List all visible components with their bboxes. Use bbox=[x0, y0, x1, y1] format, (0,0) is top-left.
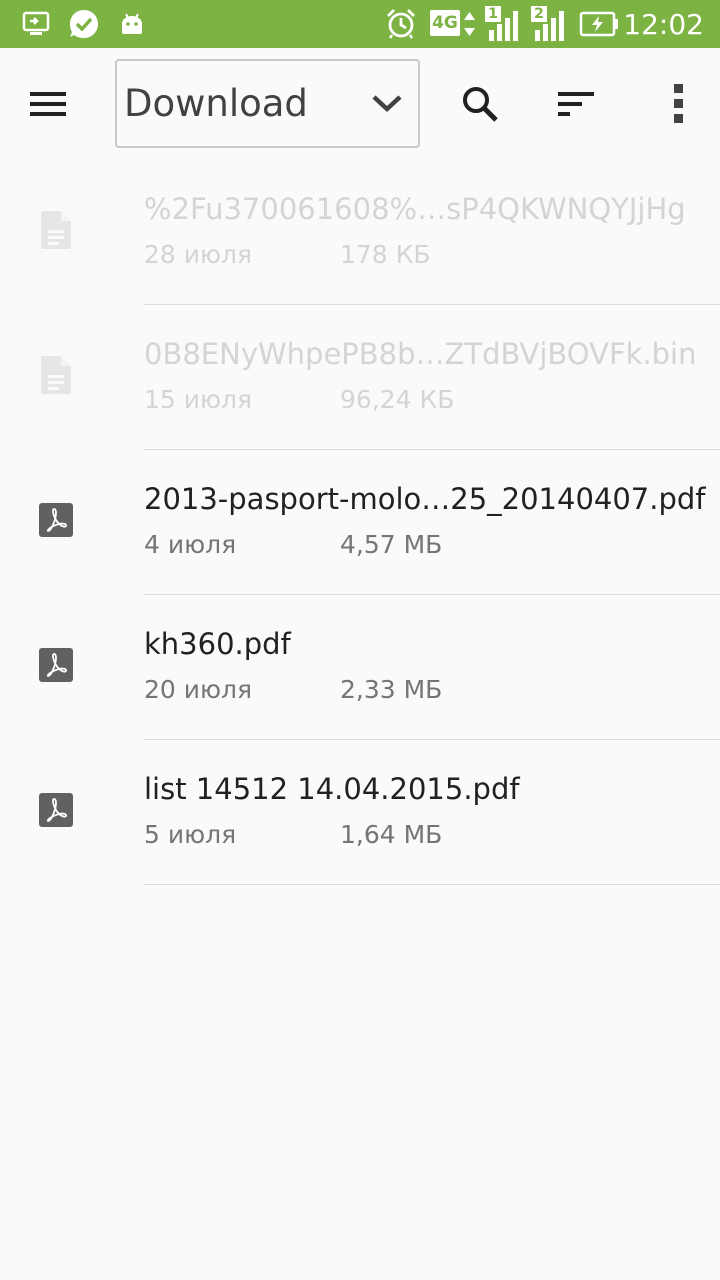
sort-button[interactable] bbox=[546, 74, 606, 134]
4g-icon: 4G bbox=[430, 0, 478, 48]
signal-sim2-icon: 2 bbox=[530, 0, 570, 48]
folder-dropdown-label: Download bbox=[124, 82, 308, 125]
document-icon bbox=[41, 356, 71, 394]
alarm-icon bbox=[382, 0, 420, 48]
search-icon bbox=[463, 87, 498, 122]
menu-icon bbox=[30, 92, 66, 116]
file-date: 28 июля bbox=[144, 240, 253, 269]
file-row[interactable]: list 14512 14.04.2015.pdf 5 июля 1,64 МБ bbox=[0, 740, 720, 885]
file-name: 0B8ENyWhpePB8b…ZTdBVjBOVFk.bin bbox=[144, 337, 697, 371]
pdf-icon bbox=[39, 648, 73, 682]
file-name: list 14512 14.04.2015.pdf bbox=[144, 772, 520, 806]
file-size: 4,57 МБ bbox=[340, 530, 443, 559]
file-row[interactable]: kh360.pdf 20 июля 2,33 МБ bbox=[0, 595, 720, 740]
file-name: kh360.pdf bbox=[144, 627, 291, 661]
file-size: 96,24 КБ bbox=[340, 385, 455, 414]
check-circle-icon bbox=[66, 0, 102, 48]
divider bbox=[144, 884, 720, 885]
more-vert-icon bbox=[674, 84, 683, 123]
file-size: 2,33 МБ bbox=[340, 675, 443, 704]
sort-icon bbox=[558, 92, 594, 116]
pdf-icon bbox=[39, 503, 73, 537]
file-row[interactable]: %2Fu370061608%…sP4QKWNQYJjHg 28 июля 178… bbox=[0, 160, 720, 305]
more-options-button[interactable] bbox=[648, 74, 708, 134]
file-size: 178 КБ bbox=[340, 240, 431, 269]
file-name: %2Fu370061608%…sP4QKWNQYJjHg bbox=[144, 192, 686, 226]
document-icon bbox=[41, 211, 71, 249]
signal-sim1-icon: 1 bbox=[484, 0, 524, 48]
file-date: 20 июля bbox=[144, 675, 253, 704]
battery-charging-icon bbox=[578, 0, 622, 48]
status-bar: 4G 1 2 12:02 bbox=[0, 0, 720, 48]
folder-dropdown[interactable]: Download bbox=[115, 59, 420, 148]
file-size: 1,64 МБ bbox=[340, 820, 443, 849]
clock: 12:02 bbox=[623, 7, 704, 41]
search-button[interactable] bbox=[450, 74, 510, 134]
file-row[interactable]: 0B8ENyWhpePB8b…ZTdBVjBOVFk.bin 15 июля 9… bbox=[0, 305, 720, 450]
toolbar: Download bbox=[0, 48, 720, 160]
chevron-down-icon bbox=[372, 95, 402, 113]
file-date: 15 июля bbox=[144, 385, 253, 414]
menu-button[interactable] bbox=[18, 74, 78, 134]
file-date: 5 июля bbox=[144, 820, 237, 849]
screen-cast-icon bbox=[18, 0, 54, 48]
android-icon bbox=[116, 0, 148, 48]
file-name: 2013-pasport-molo…25_20140407.pdf bbox=[144, 482, 706, 516]
file-row[interactable]: 2013-pasport-molo…25_20140407.pdf 4 июля… bbox=[0, 450, 720, 595]
file-date: 4 июля bbox=[144, 530, 237, 559]
pdf-icon bbox=[39, 793, 73, 827]
